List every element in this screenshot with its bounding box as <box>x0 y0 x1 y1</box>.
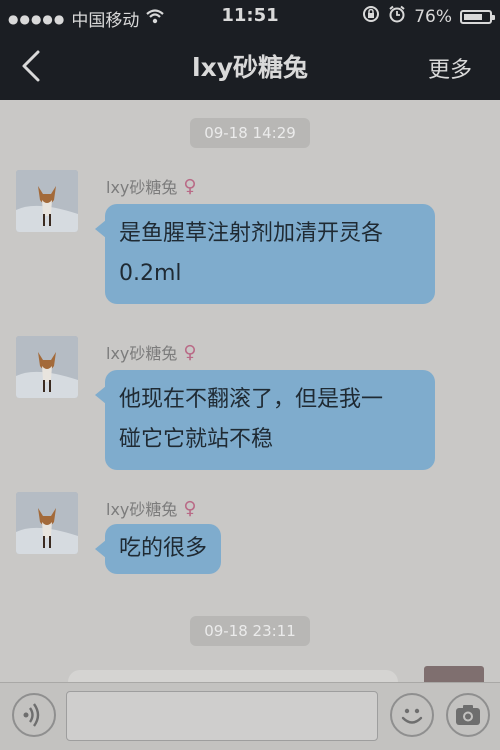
more-button[interactable]: 更多 <box>428 52 472 84</box>
sender-name-row: lxy砂糖兔 ♀ <box>106 174 197 198</box>
camera-icon <box>456 705 480 725</box>
message-line: 吃的很多 <box>119 536 208 561</box>
message-bubble[interactable]: 吃的很多 <box>94 524 222 574</box>
nav-bar: lxy砂糖兔 更多 <box>0 32 500 100</box>
female-icon: ♀ <box>183 341 197 363</box>
input-bar <box>0 682 500 750</box>
female-icon: ♀ <box>183 497 197 519</box>
female-icon: ♀ <box>183 175 197 197</box>
timestamp: 09-18 14:29 <box>190 118 310 148</box>
fox-avatar-image <box>16 492 78 554</box>
voice-icon <box>23 703 40 727</box>
rotation-lock-icon <box>362 5 380 28</box>
message-bubble[interactable]: 他现在不翻滚了，但是我一 碰它它就站不稳 <box>95 370 435 470</box>
sender-name-row: lxy砂糖兔 ♀ <box>106 496 197 520</box>
fox-avatar-image <box>16 170 78 232</box>
battery-fill <box>464 13 483 20</box>
sender-name: lxy砂糖兔 <box>106 344 178 363</box>
timestamp: 09-18 23:11 <box>190 616 310 646</box>
sender-name-row: lxy砂糖兔 ♀ <box>106 340 197 364</box>
alarm-icon <box>388 5 406 28</box>
sender-name: lxy砂糖兔 <box>106 500 178 519</box>
chat-title: lxy砂糖兔 <box>192 53 308 82</box>
message-input[interactable] <box>66 691 378 741</box>
emoji-icon <box>401 708 423 724</box>
avatar[interactable] <box>16 492 78 554</box>
emoji-button[interactable] <box>390 693 434 737</box>
chat-area[interactable]: 09-18 14:29 lxy砂糖兔 ♀ 是鱼腥草注射剂加清开灵各 0.2ml … <box>0 100 500 682</box>
sender-name: lxy砂糖兔 <box>106 178 178 197</box>
battery-percent: 76% <box>414 6 452 27</box>
avatar[interactable] <box>16 336 78 398</box>
message-bubble-partial[interactable] <box>68 670 398 682</box>
status-bar: ●●●●● 中国移动 11:51 76% <box>0 0 500 32</box>
avatar[interactable] <box>16 170 78 232</box>
camera-button[interactable] <box>446 693 490 737</box>
battery-icon <box>460 9 495 24</box>
voice-button[interactable] <box>12 693 56 737</box>
message-line: 碰它它就站不稳 <box>119 427 274 452</box>
message-line: 他现在不翻滚了，但是我一 <box>119 387 384 412</box>
message-bubble[interactable]: 是鱼腥草注射剂加清开灵各 0.2ml <box>95 204 435 304</box>
message-line: 是鱼腥草注射剂加清开灵各 <box>119 221 384 246</box>
message-line: 0.2ml <box>119 261 182 286</box>
status-right: 76% <box>362 5 495 28</box>
fox-avatar-image <box>16 336 78 398</box>
avatar-self[interactable] <box>424 666 484 682</box>
